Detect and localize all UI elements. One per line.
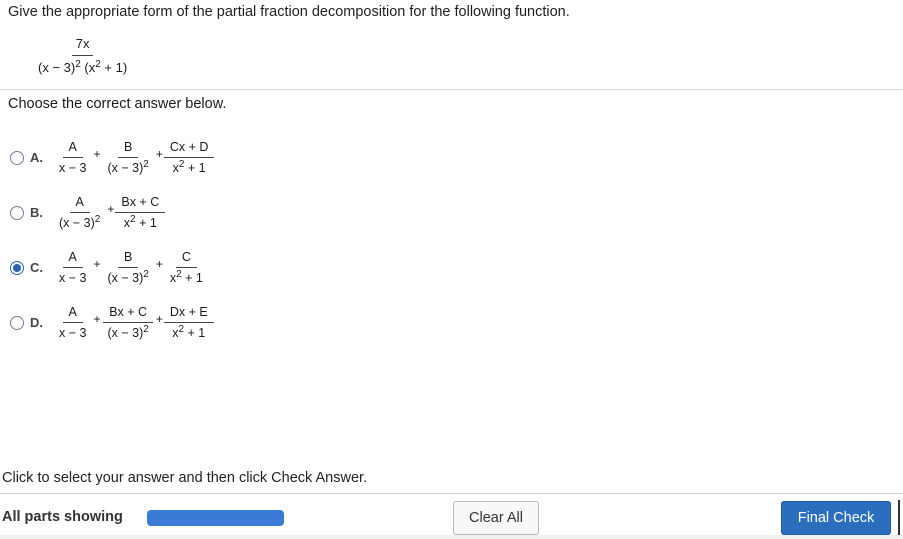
plus-sign: + (155, 256, 163, 271)
term-denominator: x2 + 1 (172, 324, 206, 341)
term-denominator: x − 3 (59, 161, 87, 175)
term-fraction: B (x − 3)2 (101, 140, 154, 175)
term-numerator: Bx + C (103, 305, 154, 323)
option-d[interactable]: D. A x − 3 + Bx + C (x − 3)2 + Dx + E x2… (10, 305, 215, 340)
term-numerator: A (62, 250, 83, 268)
option-letter: D. (30, 315, 43, 330)
term-fraction: A (x − 3)2 (53, 195, 106, 230)
plus-sign: + (93, 256, 101, 271)
term-numerator: B (117, 250, 139, 268)
footer-divider (0, 493, 903, 494)
instruction-text: Click to select your answer and then cli… (2, 470, 368, 486)
term-denominator: x − 3 (59, 326, 87, 340)
term-fraction: Bx + C (x − 3)2 (101, 305, 154, 340)
term-numerator: A (62, 140, 83, 158)
term-denominator: (x − 3)2 (107, 269, 149, 286)
term-denominator: (x − 3)2 (107, 324, 149, 341)
term-fraction: B (x − 3)2 (101, 250, 154, 285)
scroll-edge (898, 500, 900, 536)
clear-all-button[interactable]: Clear All (453, 501, 539, 535)
term-fraction: A x − 3 (53, 140, 92, 175)
option-letter: C. (30, 260, 43, 275)
plus-sign: + (93, 311, 101, 326)
term-denominator: x2 + 1 (123, 214, 157, 231)
function-fraction: 7x (x − 3)2 (x2 + 1) (34, 36, 131, 75)
term-denominator: x − 3 (59, 271, 87, 285)
term-denominator: x2 + 1 (172, 159, 206, 176)
term-numerator: A (62, 305, 83, 323)
radio-option-b[interactable] (10, 205, 24, 220)
term-numerator: B (117, 140, 139, 158)
option-letter: B. (30, 205, 43, 220)
radio-option-c[interactable] (10, 260, 24, 275)
question-prompt: Give the appropriate form of the partial… (8, 4, 570, 20)
function-denominator: (x − 3)2 (x2 + 1) (38, 59, 128, 76)
radio-selected-dot (13, 263, 21, 272)
term-fraction: C x2 + 1 (164, 250, 209, 285)
option-c[interactable]: C. A x − 3 + B (x − 3)2 + C x2 + 1 (10, 250, 210, 285)
term-numerator: Cx + D (163, 140, 215, 158)
option-a[interactable]: A. A x − 3 + B (x − 3)2 + Cx + D x2 + 1 (10, 140, 215, 175)
term-denominator: (x − 3)2 (107, 159, 149, 176)
term-denominator: x2 + 1 (169, 269, 203, 286)
parts-showing-label: All parts showing (2, 509, 123, 525)
radio-option-d[interactable] (10, 315, 24, 330)
plus-sign: + (155, 311, 163, 326)
term-numerator: A (69, 195, 90, 213)
option-expression: A x − 3 + B (x − 3)2 + C x2 + 1 (52, 250, 210, 285)
choose-label: Choose the correct answer below. (8, 96, 227, 112)
radio-option-a[interactable] (10, 150, 24, 165)
term-numerator: C (175, 250, 197, 268)
term-numerator: Dx + E (163, 305, 214, 323)
option-expression: A x − 3 + B (x − 3)2 + Cx + D x2 + 1 (52, 140, 215, 175)
term-fraction: A x − 3 (53, 305, 92, 340)
progress-bar (147, 510, 284, 526)
term-fraction: A x − 3 (53, 250, 92, 285)
given-function: 7x (x − 3)2 (x2 + 1) (34, 36, 131, 75)
term-fraction: Cx + D x2 + 1 (163, 140, 215, 176)
option-expression: A x − 3 + Bx + C (x − 3)2 + Dx + E x2 + … (52, 305, 215, 340)
option-b[interactable]: B. A (x − 3)2 + Bx + C x2 + 1 (10, 195, 166, 230)
plus-sign: + (107, 201, 115, 216)
term-denominator: (x − 3)2 (59, 214, 101, 231)
option-letter: A. (30, 150, 43, 165)
plus-sign: + (155, 146, 163, 161)
function-numerator: 7x (71, 36, 94, 56)
divider (0, 89, 903, 90)
final-check-button[interactable]: Final Check (781, 501, 891, 535)
term-fraction: Dx + E x2 + 1 (163, 305, 214, 341)
term-fraction: Bx + C x2 + 1 (115, 195, 166, 231)
bottom-shade (0, 535, 903, 539)
plus-sign: + (93, 146, 101, 161)
term-numerator: Bx + C (115, 195, 166, 213)
option-expression: A (x − 3)2 + Bx + C x2 + 1 (52, 195, 166, 230)
